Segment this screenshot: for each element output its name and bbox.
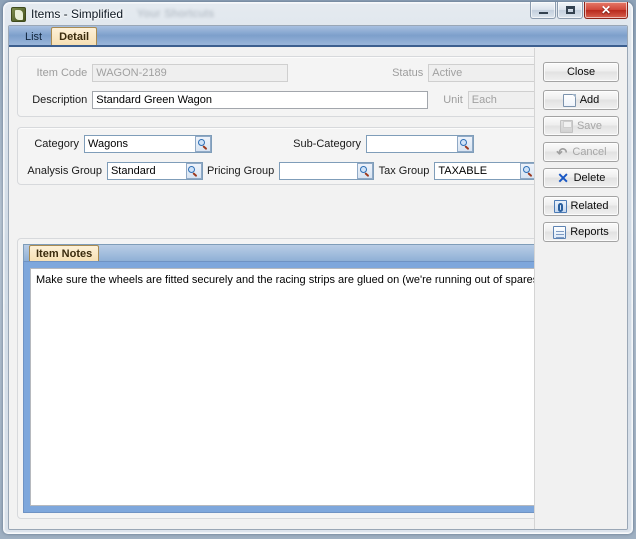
unit-label: Unit bbox=[428, 94, 468, 106]
tab-detail[interactable]: Detail bbox=[51, 27, 97, 45]
tax-group-label: Tax Group bbox=[374, 165, 434, 177]
pricing-group-lookup[interactable] bbox=[279, 162, 374, 180]
tax-group-input[interactable]: TAXABLE bbox=[435, 163, 520, 179]
add-button-label: Add bbox=[580, 94, 600, 106]
maximize-button[interactable] bbox=[557, 2, 583, 19]
client-area: List Detail Item Code WAGON-2189 Status … bbox=[8, 25, 628, 530]
x-icon: ✕ bbox=[557, 172, 570, 185]
analysis-group-label: Analysis Group bbox=[26, 165, 107, 177]
pricing-group-label: Pricing Group bbox=[203, 165, 279, 177]
analysis-group-lookup[interactable]: Standard bbox=[107, 162, 203, 180]
notes-body bbox=[23, 261, 615, 513]
page-icon bbox=[563, 94, 576, 107]
description-field[interactable]: Standard Green Wagon bbox=[92, 91, 428, 109]
analysis-group-lookup-button[interactable] bbox=[186, 163, 202, 179]
close-button[interactable]: Close bbox=[543, 62, 619, 82]
sub-category-lookup[interactable] bbox=[366, 135, 474, 153]
delete-button[interactable]: ✕ Delete bbox=[543, 168, 619, 188]
tab-list-label: List bbox=[25, 31, 42, 43]
reports-button-label: Reports bbox=[570, 226, 609, 238]
save-button-label: Save bbox=[577, 120, 602, 132]
description-row: Description Standard Green Wagon Unit Ea… bbox=[26, 91, 537, 109]
add-button[interactable]: Add bbox=[543, 90, 619, 110]
floppy-icon bbox=[560, 120, 573, 133]
item-code-label: Item Code bbox=[26, 67, 92, 79]
maximize-icon bbox=[566, 6, 575, 14]
application-window: Items - Simplified Your Shortcuts ✕ List… bbox=[3, 2, 633, 534]
unit-field: Each bbox=[468, 91, 537, 109]
minimize-button[interactable] bbox=[530, 2, 556, 19]
delete-button-label: Delete bbox=[574, 172, 606, 184]
title-watermark: Your Shortcuts bbox=[137, 8, 214, 20]
tab-item-notes[interactable]: Item Notes bbox=[29, 245, 99, 261]
sub-category-lookup-button[interactable] bbox=[457, 136, 473, 152]
minimize-icon bbox=[539, 6, 548, 14]
magnifier-icon bbox=[198, 139, 209, 150]
category-lookup-button[interactable] bbox=[195, 136, 211, 152]
related-button-label: Related bbox=[571, 200, 609, 212]
document-icon bbox=[553, 226, 566, 239]
cancel-button[interactable]: ↶ Cancel bbox=[543, 142, 619, 162]
magnifier-icon bbox=[360, 166, 371, 177]
tab-strip: List Detail bbox=[9, 26, 627, 46]
close-icon: ✕ bbox=[601, 5, 611, 16]
item-notes-panel: Item Notes bbox=[17, 238, 621, 519]
magnifier-icon bbox=[188, 166, 199, 177]
app-icon bbox=[11, 7, 26, 22]
sub-category-input[interactable] bbox=[367, 136, 457, 152]
link-icon bbox=[554, 200, 567, 213]
title-bar[interactable]: Items - Simplified Your Shortcuts ✕ bbox=[8, 3, 628, 25]
status-label: Status bbox=[288, 67, 428, 79]
pricing-group-lookup-button[interactable] bbox=[357, 163, 373, 179]
category-label: Category bbox=[26, 138, 84, 150]
analysis-group-row: Analysis Group Standard Pricing Group bbox=[26, 162, 537, 180]
category-lookup[interactable]: Wagons bbox=[84, 135, 212, 153]
item-identity-group: Item Code WAGON-2189 Status Active Descr… bbox=[17, 56, 546, 117]
undo-icon: ↶ bbox=[555, 146, 568, 159]
item-code-field: WAGON-2189 bbox=[92, 64, 288, 82]
item-classification-group: Category Wagons Sub-Category bbox=[17, 127, 546, 185]
tab-item-notes-label: Item Notes bbox=[36, 248, 92, 260]
category-row: Category Wagons Sub-Category bbox=[26, 135, 537, 153]
save-button[interactable]: Save bbox=[543, 116, 619, 136]
related-button[interactable]: Related bbox=[543, 196, 619, 216]
pricing-group-input[interactable] bbox=[280, 163, 357, 179]
tab-detail-label: Detail bbox=[59, 31, 89, 43]
item-code-row: Item Code WAGON-2189 Status Active bbox=[26, 64, 537, 82]
window-title: Items - Simplified bbox=[31, 7, 123, 21]
tax-group-lookup[interactable]: TAXABLE bbox=[434, 162, 537, 180]
magnifier-icon bbox=[523, 166, 534, 177]
status-field: Active bbox=[428, 64, 537, 82]
category-input[interactable]: Wagons bbox=[85, 136, 195, 152]
analysis-group-input[interactable]: Standard bbox=[108, 163, 186, 179]
close-button-label: Close bbox=[567, 66, 595, 78]
magnifier-icon bbox=[460, 139, 471, 150]
item-notes-textarea[interactable] bbox=[30, 268, 608, 506]
reports-button[interactable]: Reports bbox=[543, 222, 619, 242]
sub-category-label: Sub-Category bbox=[212, 138, 366, 150]
window-controls: ✕ bbox=[530, 2, 628, 19]
action-button-pane: Close Add Save ↶ Cancel ✕ Delete Related bbox=[534, 48, 627, 529]
cancel-button-label: Cancel bbox=[572, 146, 606, 158]
notes-tab-strip: Item Notes bbox=[23, 244, 615, 261]
description-label: Description bbox=[26, 94, 92, 106]
close-window-button[interactable]: ✕ bbox=[584, 2, 628, 19]
tab-list[interactable]: List bbox=[17, 28, 50, 45]
